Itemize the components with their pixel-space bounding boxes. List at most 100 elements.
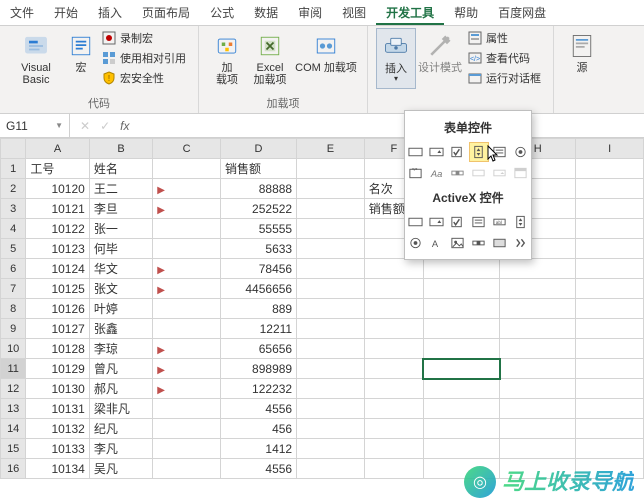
macros-button[interactable]: 宏 [64,28,98,78]
cell[interactable] [576,319,644,339]
cell[interactable]: 李旦 [89,199,152,219]
ax-listbox-icon[interactable] [469,212,489,232]
cell[interactable]: 252522 [220,199,296,219]
cell[interactable] [153,399,221,419]
source-button[interactable]: 源 [562,28,602,78]
cell[interactable]: 456 [220,419,296,439]
cell[interactable] [423,259,499,279]
cell[interactable]: 10127 [26,319,89,339]
cell[interactable] [297,399,365,419]
cell[interactable] [576,159,644,179]
cell[interactable] [153,439,221,459]
cell[interactable] [153,319,221,339]
cell[interactable] [576,239,644,259]
cell[interactable] [576,199,644,219]
view-code-button[interactable]: </> 查看代码 [468,48,541,68]
cell[interactable] [576,439,644,459]
cell[interactable] [500,299,576,319]
row-header-6[interactable]: 6 [1,259,26,279]
cell[interactable]: 4556 [220,399,296,419]
row-header-15[interactable]: 15 [1,439,26,459]
cell[interactable]: 78456 [220,259,296,279]
cell[interactable] [423,439,499,459]
cell[interactable]: 10124 [26,259,89,279]
cell[interactable]: 88888 [220,179,296,199]
ax-label-icon[interactable]: A [427,233,447,253]
col-header-E[interactable]: E [297,139,365,159]
row-header-11[interactable]: 11 [1,359,26,379]
excel-addins-button[interactable]: Excel 加载项 [247,28,293,90]
tab-8[interactable]: 开发工具 [376,0,444,25]
tab-4[interactable]: 公式 [200,0,244,25]
cell[interactable] [423,319,499,339]
cell[interactable] [500,319,576,339]
cell[interactable]: 10125 [26,279,89,299]
form-scrollbar-icon[interactable] [448,163,468,183]
cell[interactable]: 5633 [220,239,296,259]
cell[interactable]: ▶ [153,359,221,379]
cell[interactable] [297,419,365,439]
tab-3[interactable]: 页面布局 [132,0,200,25]
cell[interactable] [297,459,365,479]
cell[interactable]: 1412 [220,439,296,459]
cell[interactable] [297,299,365,319]
cell[interactable] [500,399,576,419]
cell[interactable]: 工号 [26,159,89,179]
ax-option-icon[interactable] [406,233,426,253]
visual-basic-button[interactable]: Visual Basic [8,28,64,90]
cell[interactable] [500,259,576,279]
cell[interactable]: 10128 [26,339,89,359]
cell[interactable] [500,359,576,379]
tab-10[interactable]: 百度网盘 [488,0,556,25]
cell[interactable] [153,419,221,439]
cancel-icon[interactable]: ✕ [80,119,90,133]
cell[interactable] [297,379,365,399]
cell[interactable]: 华文 [89,259,152,279]
cell[interactable] [364,339,423,359]
cell[interactable] [423,399,499,419]
cell[interactable] [364,419,423,439]
cell[interactable] [364,359,423,379]
row-header-14[interactable]: 14 [1,419,26,439]
col-header-A[interactable]: A [26,139,89,159]
cell[interactable] [500,279,576,299]
cell[interactable]: 梁非凡 [89,399,152,419]
cell[interactable]: 122232 [220,379,296,399]
cell[interactable]: 叶婷 [89,299,152,319]
cell[interactable]: ▶ [153,259,221,279]
cell[interactable] [500,419,576,439]
cell[interactable]: 10130 [26,379,89,399]
row-header-8[interactable]: 8 [1,299,26,319]
ax-button-icon[interactable] [406,212,426,232]
cell[interactable] [423,339,499,359]
record-macro-button[interactable]: 录制宏 [102,28,186,48]
cell[interactable] [364,259,423,279]
cell[interactable]: 4556 [220,459,296,479]
cell[interactable] [297,439,365,459]
cell[interactable]: ▶ [153,179,221,199]
cell[interactable] [576,279,644,299]
cell[interactable]: 张一 [89,219,152,239]
cell[interactable] [297,319,365,339]
cell[interactable] [364,379,423,399]
col-header-B[interactable]: B [89,139,152,159]
cell[interactable] [297,199,365,219]
row-header-13[interactable]: 13 [1,399,26,419]
cell[interactable] [500,339,576,359]
row-header-4[interactable]: 4 [1,219,26,239]
form-label-icon[interactable]: Aa [427,163,447,183]
cell[interactable]: 张鑫 [89,319,152,339]
cell[interactable]: 10120 [26,179,89,199]
ax-scrollbar-icon[interactable] [469,233,489,253]
cell[interactable]: ▶ [153,199,221,219]
macro-security-button[interactable]: ! 宏安全性 [102,68,186,88]
cell[interactable] [576,179,644,199]
cell[interactable] [576,399,644,419]
cell[interactable] [364,299,423,319]
tab-1[interactable]: 开始 [44,0,88,25]
fx-icon[interactable]: fx [120,119,129,133]
cell[interactable]: 10129 [26,359,89,379]
form-spinner-icon[interactable] [469,142,489,162]
col-header-I[interactable]: I [576,139,644,159]
cell[interactable] [153,239,221,259]
